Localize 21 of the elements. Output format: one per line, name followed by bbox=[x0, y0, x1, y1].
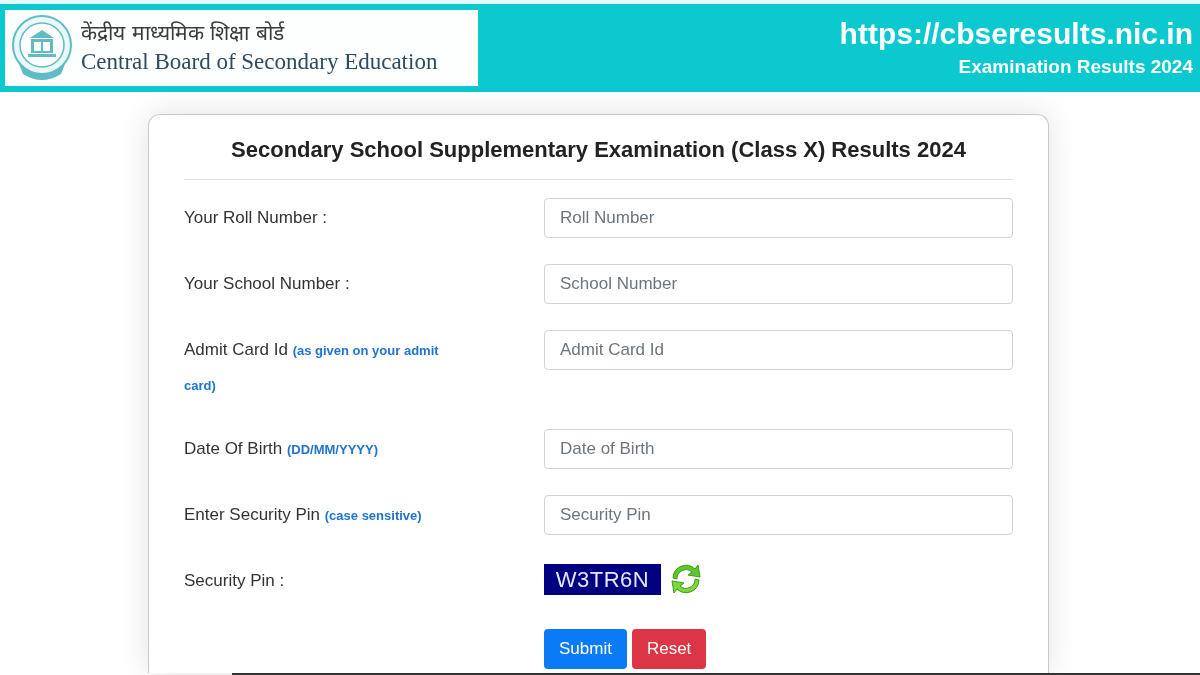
field-label: Enter Security Pin (case sensitive) bbox=[184, 504, 423, 526]
hindi-board-name: केंद्रीय माध्यमिक शिक्षा बोर्ड bbox=[81, 20, 286, 47]
reset-button[interactable]: Reset bbox=[631, 629, 707, 669]
text-input[interactable]: Roll Number bbox=[544, 198, 1013, 238]
header-subtitle: Examination Results 2024 bbox=[958, 55, 1193, 79]
field-label: Your Roll Number : bbox=[184, 207, 328, 229]
form-title: Secondary School Supplementary Examination (Class X) Results 2024 bbox=[231, 136, 966, 164]
text-input[interactable]: Security Pin bbox=[544, 495, 1013, 535]
text-input[interactable]: School Number bbox=[544, 264, 1013, 304]
submit-button[interactable]: Submit bbox=[544, 629, 627, 669]
text-input[interactable]: Date of Birth bbox=[544, 429, 1013, 469]
field-label: Admit Card Id (as given on your admit card) bbox=[184, 339, 440, 395]
board-name: Central Board of Secondary Education bbox=[81, 48, 438, 76]
emblem-logo bbox=[11, 14, 73, 82]
captcha-code: W3TR6N bbox=[544, 563, 661, 595]
field-label: Date Of Birth (DD/MM/YYYY) bbox=[184, 438, 379, 460]
field-label: Security Pin : bbox=[184, 570, 286, 592]
field-label: Your School Number : bbox=[184, 273, 351, 295]
text-input[interactable]: Admit Card Id bbox=[544, 330, 1013, 370]
site-url: https://cbseresults.nic.in bbox=[839, 16, 1193, 52]
refresh-icon[interactable] bbox=[668, 561, 704, 597]
